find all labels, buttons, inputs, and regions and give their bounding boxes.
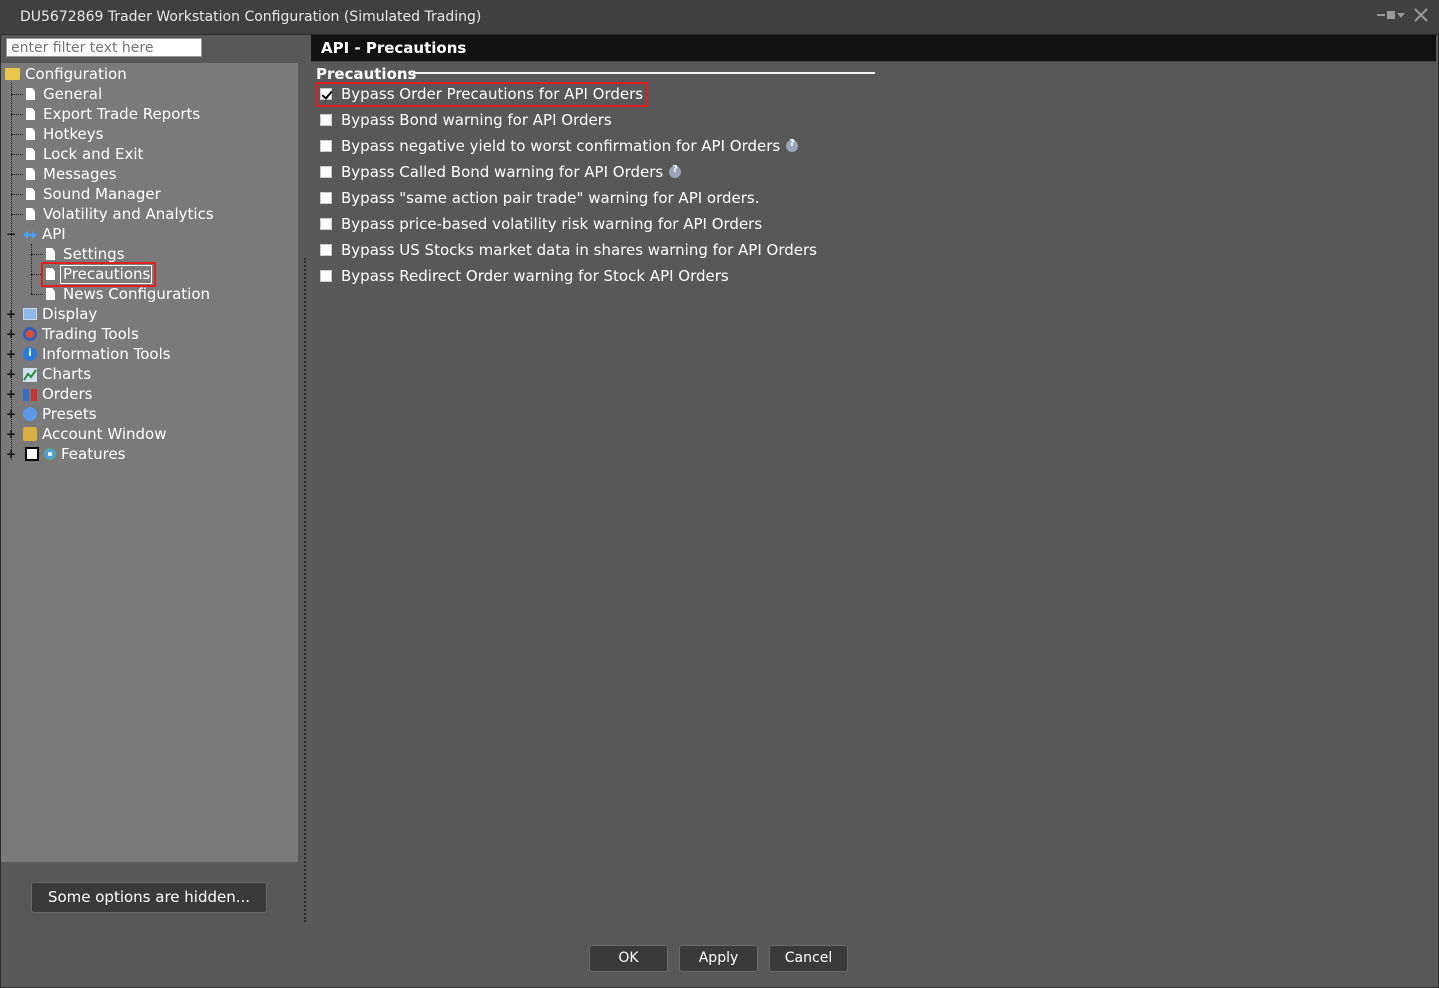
panel-header: API - Precautions xyxy=(311,35,1436,62)
apply-button[interactable]: Apply xyxy=(679,945,758,972)
checkbox[interactable] xyxy=(320,270,332,282)
section-title: Precautions xyxy=(316,65,417,83)
expand-presets-icon[interactable]: + xyxy=(6,408,16,420)
option-bypass-order-precautions[interactable]: Bypass Order Precautions for API Orders xyxy=(320,84,643,104)
ok-button[interactable]: OK xyxy=(589,945,668,972)
pane-splitter[interactable] xyxy=(304,258,306,922)
window-title: DU5672869 Trader Workstation Configurati… xyxy=(20,9,482,25)
option-bypass-negative-yield[interactable]: Bypass negative yield to worst confirmat… xyxy=(320,136,799,156)
checkbox[interactable] xyxy=(320,218,332,230)
tree-item-settings[interactable]: Settings xyxy=(43,244,125,264)
help-icon[interactable] xyxy=(669,164,682,178)
checkbox[interactable] xyxy=(320,166,332,178)
tree-item-information-tools[interactable]: i Information Tools xyxy=(23,344,171,364)
option-bypass-us-stocks-shares[interactable]: Bypass US Stocks market data in shares w… xyxy=(320,240,817,260)
tree-item-configuration[interactable]: Configuration xyxy=(5,64,127,84)
tree-item-hotkeys[interactable]: Hotkeys xyxy=(23,124,103,144)
tree-item-sound-manager[interactable]: Sound Manager xyxy=(23,184,161,204)
checkbox[interactable] xyxy=(320,140,332,152)
option-bypass-called-bond[interactable]: Bypass Called Bond warning for API Order… xyxy=(320,162,682,182)
account-icon xyxy=(23,427,37,441)
checkbox[interactable] xyxy=(320,88,332,100)
tree-item-volatility[interactable]: Volatility and Analytics xyxy=(23,204,214,224)
tree-item-general[interactable]: General xyxy=(23,84,102,104)
option-bypass-same-action-pair[interactable]: Bypass "same action pair trade" warning … xyxy=(320,188,760,208)
trading-tools-icon xyxy=(23,327,37,341)
some-options-hidden-button[interactable]: Some options are hidden... xyxy=(31,882,267,913)
document-icon xyxy=(46,248,55,260)
tree-item-news-configuration[interactable]: News Configuration xyxy=(43,284,210,304)
collapse-api-icon[interactable]: − xyxy=(6,228,16,240)
presets-icon xyxy=(23,407,37,421)
document-icon xyxy=(26,88,35,100)
document-icon xyxy=(26,188,35,200)
selection-focus-box xyxy=(60,265,152,284)
document-icon xyxy=(26,128,35,140)
document-icon xyxy=(46,288,55,300)
tree-item-trading-tools[interactable]: Trading Tools xyxy=(23,324,139,344)
monitor-icon xyxy=(23,308,37,320)
document-icon xyxy=(26,108,35,120)
help-icon[interactable] xyxy=(786,138,799,152)
api-arrows-icon xyxy=(23,227,37,241)
cancel-button[interactable]: Cancel xyxy=(769,945,848,972)
checkbox[interactable] xyxy=(320,114,332,126)
option-bypass-price-volatility[interactable]: Bypass price-based volatility risk warni… xyxy=(320,214,762,234)
folder-icon xyxy=(5,68,20,80)
close-icon[interactable] xyxy=(1413,7,1429,23)
tree-item-display[interactable]: Display xyxy=(23,304,97,324)
document-icon xyxy=(26,168,35,180)
expand-trading-tools-icon[interactable]: + xyxy=(6,328,16,340)
tree-item-presets[interactable]: Presets xyxy=(23,404,97,424)
panel-title: API - Precautions xyxy=(321,39,467,57)
document-icon xyxy=(26,148,35,160)
info-icon: i xyxy=(23,347,37,361)
expand-information-tools-icon[interactable]: + xyxy=(6,348,16,360)
tree-item-charts[interactable]: Charts xyxy=(23,364,91,384)
filter-input[interactable] xyxy=(6,38,202,57)
tree-item-lock-and-exit[interactable]: Lock and Exit xyxy=(23,144,143,164)
orders-icon xyxy=(23,387,37,401)
tree-item-api[interactable]: API xyxy=(23,224,66,244)
tree-item-features[interactable]: Features xyxy=(25,444,126,464)
features-checkbox[interactable] xyxy=(25,447,39,461)
tree-item-orders[interactable]: Orders xyxy=(23,384,92,404)
pin-icon[interactable] xyxy=(1377,8,1407,22)
expand-orders-icon[interactable]: + xyxy=(6,388,16,400)
expand-account-window-icon[interactable]: + xyxy=(6,428,16,440)
tree-item-account-window[interactable]: Account Window xyxy=(23,424,166,444)
option-bypass-bond-warning[interactable]: Bypass Bond warning for API Orders xyxy=(320,110,612,130)
title-bar: DU5672869 Trader Workstation Configurati… xyxy=(0,0,1439,35)
gear-icon xyxy=(44,448,56,460)
option-bypass-redirect-order[interactable]: Bypass Redirect Order warning for Stock … xyxy=(320,266,729,286)
document-icon xyxy=(26,208,35,220)
section-divider xyxy=(413,72,875,74)
tree-item-export-trade-reports[interactable]: Export Trade Reports xyxy=(23,104,200,124)
expand-charts-icon[interactable]: + xyxy=(6,368,16,380)
expand-features-icon[interactable]: + xyxy=(6,448,16,460)
chart-icon xyxy=(23,367,37,382)
tree-item-messages[interactable]: Messages xyxy=(23,164,117,184)
checkbox[interactable] xyxy=(320,244,332,256)
expand-display-icon[interactable]: + xyxy=(6,308,16,320)
checkbox[interactable] xyxy=(320,192,332,204)
